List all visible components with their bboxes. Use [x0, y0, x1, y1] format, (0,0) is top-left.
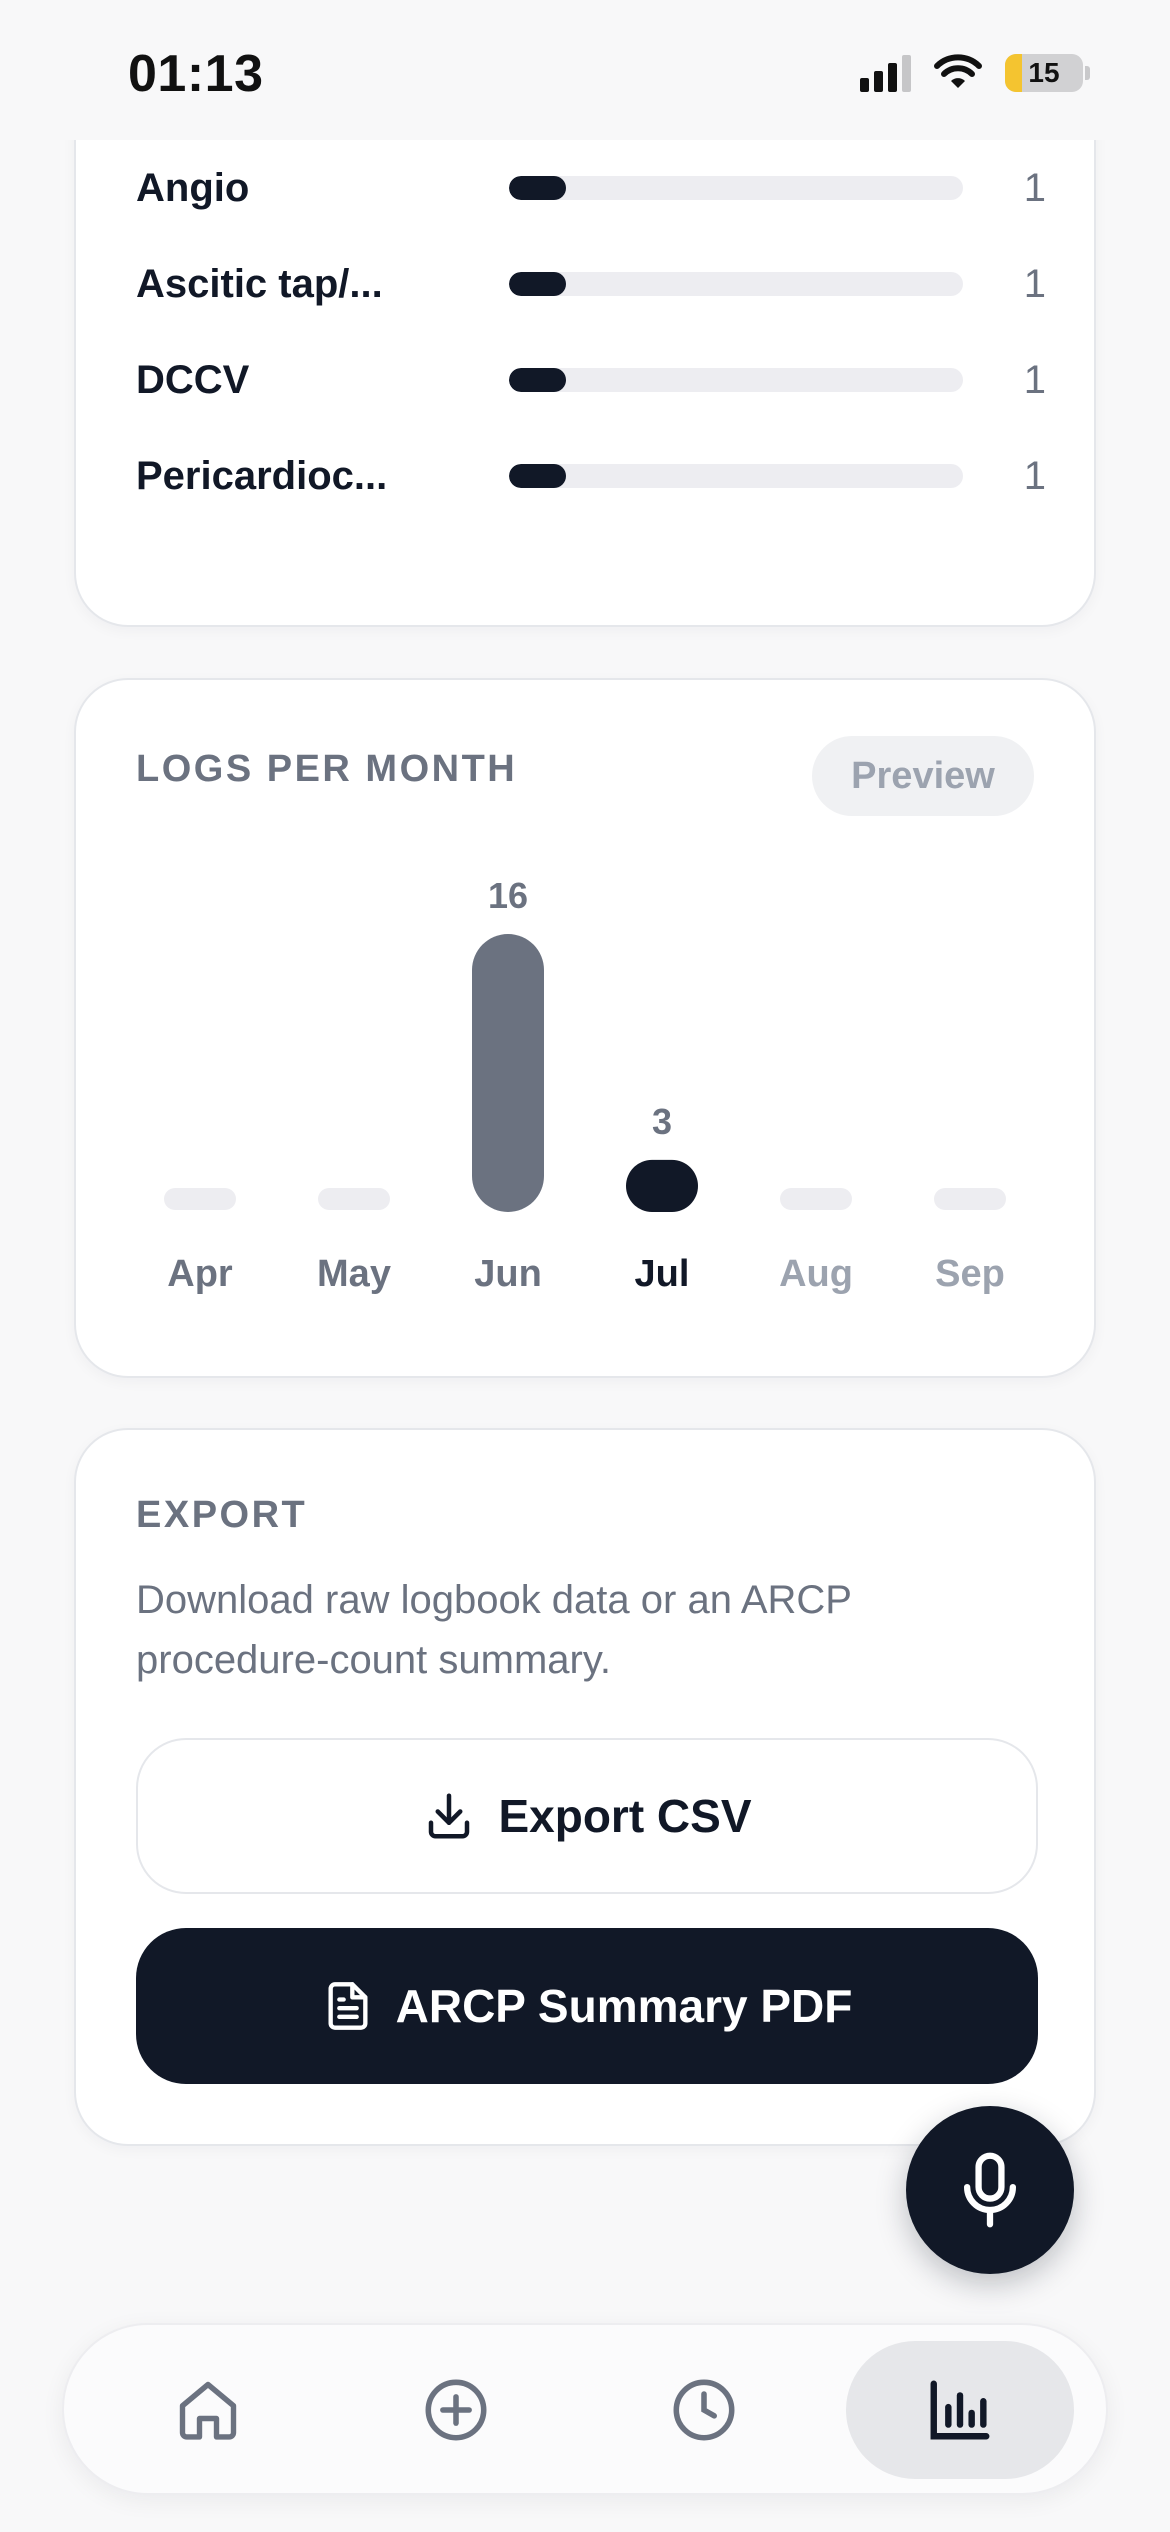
- chart-month-label: Sep: [935, 1253, 1005, 1295]
- bottom-tab-bar: [62, 2323, 1108, 2495]
- procedure-name: Pericardioc...: [136, 453, 388, 498]
- cellular-signal-icon: [860, 54, 911, 92]
- bar-chart-icon: [930, 2380, 990, 2440]
- procedure-bar-fill: [509, 368, 566, 392]
- chart-bar-sep: [934, 1188, 1006, 1210]
- battery-icon: 15: [1005, 54, 1083, 92]
- chart-value-label: 3: [652, 1101, 672, 1142]
- chart-bar-jun: [472, 934, 544, 1212]
- wifi-icon: [934, 54, 982, 88]
- arcp-summary-pdf-label: ARCP Summary PDF: [395, 1980, 853, 2032]
- procedure-bar-fill: [509, 272, 566, 296]
- logs-per-month-title: LOGS PER MONTH: [136, 748, 518, 790]
- chart-month-label: Apr: [167, 1253, 233, 1295]
- clock-icon: [673, 2379, 735, 2441]
- preview-button[interactable]: Preview: [812, 736, 1034, 816]
- procedure-row: Pericardioc... 1: [136, 446, 1046, 506]
- procedure-bar-track: [509, 464, 963, 488]
- logs-per-month-card: LOGS PER MONTH Preview Apr May 16 Jun 3 Jul Au…: [74, 678, 1096, 1378]
- tab-stats[interactable]: [846, 2341, 1074, 2479]
- chart-bar-jul: [626, 1159, 698, 1212]
- chart-bar-apr: [164, 1188, 236, 1210]
- procedure-row: DCCV 1: [136, 350, 1046, 410]
- status-bar: 01:13 15: [0, 0, 1170, 140]
- document-icon: [328, 1982, 368, 2030]
- procedure-count: 1: [1023, 261, 1046, 306]
- procedure-count: 1: [1023, 357, 1046, 402]
- procedure-name: DCCV: [136, 357, 250, 402]
- export-csv-label: Export CSV: [498, 1790, 752, 1842]
- export-title: EXPORT: [136, 1494, 308, 1536]
- procedure-name: Angio: [136, 165, 250, 210]
- procedure-bar-track: [509, 176, 963, 200]
- chart-month-label: May: [317, 1253, 391, 1295]
- tab-history[interactable]: [590, 2341, 818, 2479]
- export-csv-button[interactable]: Export CSV: [136, 1738, 1038, 1894]
- export-card: EXPORT Download raw logbook data or an A…: [74, 1428, 1096, 2146]
- tab-home[interactable]: [94, 2341, 322, 2479]
- status-icons: 15: [860, 54, 1090, 92]
- voice-log-button[interactable]: [906, 2106, 1074, 2274]
- home-icon: [179, 2381, 237, 2440]
- chart-month-label: Jun: [474, 1253, 542, 1295]
- microphone-icon: [964, 2152, 1016, 2228]
- tab-add[interactable]: [342, 2341, 570, 2479]
- procedure-count: 1: [1023, 453, 1046, 498]
- plus-circle-icon: [425, 2379, 487, 2441]
- procedure-row: Angio 1: [136, 158, 1046, 218]
- procedure-bar-fill: [509, 176, 566, 200]
- procedure-bar-fill: [509, 464, 566, 488]
- export-description: Download raw logbook data or an ARCP pro…: [136, 1578, 852, 1682]
- battery-level: 15: [1028, 57, 1060, 88]
- arcp-summary-pdf-button[interactable]: ARCP Summary PDF: [136, 1928, 1038, 2084]
- procedure-name: Ascitic tap/...: [136, 261, 383, 306]
- procedure-count: 1: [1023, 165, 1046, 210]
- chart-month-label: Aug: [779, 1253, 853, 1295]
- logs-per-month-chart: Apr May 16 Jun 3 Jul Aug Sep: [164, 875, 1006, 1295]
- chart-month-label: Jul: [635, 1253, 690, 1295]
- procedure-bar-track: [509, 272, 963, 296]
- chart-bar-aug: [780, 1188, 852, 1210]
- chart-bar-may: [318, 1188, 390, 1210]
- procedure-bar-track: [509, 368, 963, 392]
- download-icon: [429, 1793, 470, 1839]
- chart-value-label: 16: [488, 875, 528, 916]
- procedure-row: Ascitic tap/... 1: [136, 254, 1046, 314]
- status-time: 01:13: [128, 45, 264, 103]
